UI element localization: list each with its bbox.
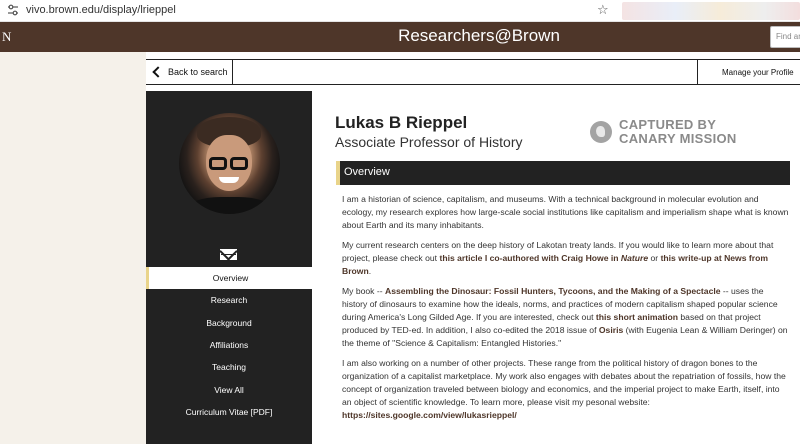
nav-item-affiliations[interactable]: Affiliations	[146, 334, 312, 356]
canary-bird-icon	[590, 121, 612, 143]
profile-toolbar: Back to search Manage your Profile	[146, 59, 800, 85]
canary-mission-stamp: CAPTURED BY CANARY MISSION	[590, 118, 737, 146]
nav-item-research[interactable]: Research	[146, 289, 312, 311]
back-to-search-label: Back to search	[168, 67, 228, 77]
site-header: N Researchers@Brown Find an	[0, 22, 800, 52]
osiris-link[interactable]: Osiris	[599, 325, 623, 335]
browser-extensions-area	[622, 2, 800, 20]
book-link[interactable]: Assembling the Dinosaur: Fossil Hunters,…	[385, 286, 721, 296]
overview-paragraph-4: I am also working on a number of other p…	[342, 358, 786, 420]
chevron-left-icon	[152, 66, 164, 78]
profile-photo	[179, 113, 280, 214]
browser-address-bar: vivo.brown.edu/display/lrieppel ☆	[0, 0, 800, 22]
stamp-line-1: CAPTURED BY	[619, 117, 717, 132]
left-gutter	[0, 52, 146, 444]
overview-text: I am a historian of science, capitalism,…	[342, 193, 790, 429]
overview-heading: Overview	[336, 161, 790, 185]
stamp-line-2: CANARY MISSION	[619, 131, 737, 146]
search-input[interactable]: Find an	[770, 26, 800, 48]
manage-profile-link[interactable]: Manage your Profile	[697, 60, 800, 84]
profile-position: Associate Professor of History	[335, 134, 523, 150]
nav-item-teaching[interactable]: Teaching	[146, 356, 312, 378]
personal-website-link[interactable]: https://sites.google.com/view/lukasriepp…	[342, 410, 517, 420]
overview-paragraph-2: My current research centers on the deep …	[342, 240, 774, 276]
profile-sidebar: Overview Research Background Affiliation…	[146, 91, 312, 444]
back-to-search-button[interactable]: Back to search	[146, 60, 233, 84]
bookmark-star-icon[interactable]: ☆	[597, 2, 609, 18]
email-icon[interactable]	[220, 249, 237, 260]
overview-paragraph-3: My book -- Assembling the Dinosaur: Foss…	[342, 286, 788, 348]
profile-name: Lukas B Rieppel	[335, 113, 468, 132]
nav-item-background[interactable]: Background	[146, 312, 312, 334]
site-brand-title[interactable]: Researchers@Brown	[0, 26, 800, 46]
nav-item-cv[interactable]: Curriculum Vitae [PDF]	[146, 401, 312, 423]
profile-nav: Overview Research Background Affiliation…	[146, 267, 312, 423]
nature-article-link[interactable]: this article I co-authored with Craig Ho…	[439, 253, 648, 263]
url-text[interactable]: vivo.brown.edu/display/lrieppel	[26, 4, 176, 16]
animation-link[interactable]: this short animation	[596, 312, 678, 322]
overview-paragraph-1: I am a historian of science, capitalism,…	[342, 194, 789, 230]
site-settings-icon[interactable]	[7, 4, 19, 16]
nav-item-overview[interactable]: Overview	[146, 267, 312, 290]
nav-item-view-all[interactable]: View All	[146, 378, 312, 400]
